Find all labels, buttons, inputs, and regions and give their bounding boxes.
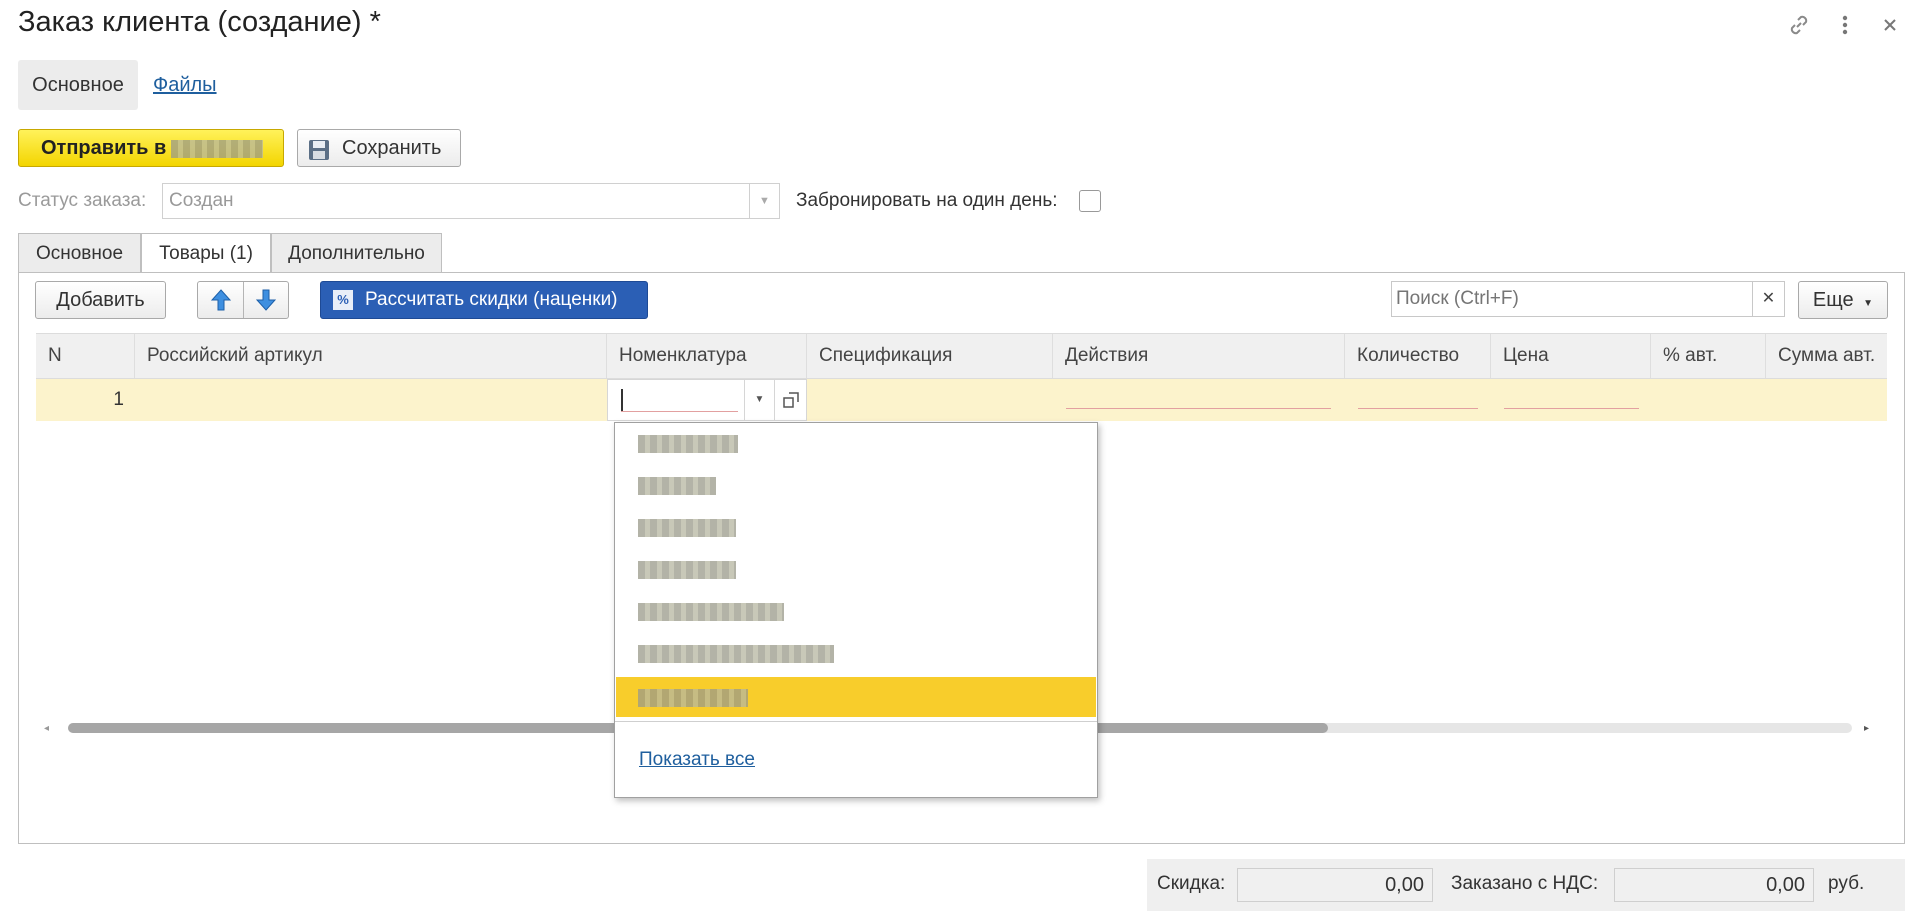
more-button-label: Еще — [1812, 289, 1854, 311]
tab-additional[interactable]: Дополнительно — [271, 233, 442, 273]
redacted-text — [171, 140, 263, 158]
status-label: Статус заказа: — [18, 190, 147, 211]
arrow-up-icon — [211, 289, 231, 311]
save-button-label: Сохранить — [342, 137, 442, 159]
required-underline — [1358, 408, 1478, 409]
floppy-disk-icon — [308, 137, 330, 160]
row-number: 1 — [113, 389, 124, 410]
close-icon[interactable] — [1877, 12, 1903, 38]
chevron-down-icon[interactable]: ▼ — [749, 184, 779, 218]
dropdown-item[interactable] — [616, 633, 1096, 673]
currency-label: руб. — [1828, 873, 1865, 894]
redacted-text — [638, 519, 736, 537]
column-header-auto-sum[interactable]: Сумма авт. — [1766, 334, 1887, 378]
move-buttons — [197, 281, 289, 319]
calc-discounts-button[interactable]: % Рассчитать скидки (наценки) — [320, 281, 648, 319]
move-up-button[interactable] — [198, 282, 244, 318]
dropdown-item[interactable] — [616, 591, 1096, 631]
table-row[interactable] — [36, 379, 1887, 421]
ordered-vat-label: Заказано с НДС: — [1451, 873, 1599, 894]
move-down-button[interactable] — [244, 282, 289, 318]
nav-files-link[interactable]: Файлы — [153, 74, 217, 97]
tab-main[interactable]: Основное — [18, 233, 141, 273]
arrow-down-icon — [256, 289, 276, 311]
redacted-text — [638, 645, 834, 663]
discount-label: Скидка: — [1157, 873, 1226, 894]
required-underline — [1504, 408, 1639, 409]
link-icon[interactable] — [1786, 12, 1812, 38]
scroll-left-icon[interactable]: ◂ — [44, 723, 56, 735]
column-header-quantity[interactable]: Количество — [1345, 334, 1491, 378]
dropdown-item[interactable] — [616, 423, 1096, 463]
column-header-article[interactable]: Российский артикул — [135, 334, 607, 378]
status-select[interactable]: Создан ▼ — [162, 183, 780, 219]
percent-icon: % — [333, 290, 353, 310]
scroll-right-icon[interactable]: ▸ — [1864, 723, 1876, 735]
chevron-down-icon: ▼ — [1863, 298, 1874, 309]
dropdown-divider — [615, 721, 1097, 722]
redacted-text — [638, 435, 738, 453]
column-header-auto-percent[interactable]: % авт. — [1651, 334, 1766, 378]
nomenclature-dropdown: Показать все — [614, 422, 1098, 798]
nomenclature-input[interactable]: ▼ — [607, 379, 807, 421]
status-value: Создан — [169, 190, 234, 211]
redacted-text — [638, 603, 784, 621]
required-underline — [1066, 408, 1331, 409]
column-header-actions[interactable]: Действия — [1053, 334, 1345, 378]
dropdown-item[interactable] — [616, 549, 1096, 589]
discount-value: 0,00 — [1237, 868, 1433, 902]
nav-main[interactable]: Основное — [18, 60, 138, 110]
tab-goods[interactable]: Товары (1) — [141, 233, 271, 275]
ordered-vat-value: 0,00 — [1614, 868, 1814, 902]
send-button-label: Отправить в — [41, 137, 167, 159]
save-button[interactable]: Сохранить — [297, 129, 461, 167]
column-header-price[interactable]: Цена — [1491, 334, 1651, 378]
page-title: Заказ клиента (создание) * — [18, 6, 381, 38]
dropdown-item[interactable] — [616, 465, 1096, 505]
text-cursor — [621, 389, 623, 411]
clear-search-icon[interactable]: ✕ — [1753, 281, 1785, 317]
required-underline — [621, 411, 738, 412]
dropdown-item-selected[interactable] — [616, 677, 1096, 717]
open-form-icon[interactable] — [774, 380, 806, 420]
redacted-text — [638, 561, 736, 579]
search-input[interactable] — [1391, 281, 1753, 317]
calc-discounts-label: Рассчитать скидки (наценки) — [365, 289, 618, 310]
redacted-text — [638, 689, 748, 707]
dropdown-item[interactable] — [616, 507, 1096, 547]
show-all-link[interactable]: Показать все — [639, 749, 755, 771]
column-header-n[interactable]: N — [36, 334, 135, 378]
reserve-checkbox[interactable] — [1079, 190, 1101, 212]
add-button[interactable]: Добавить — [35, 281, 166, 319]
column-header-specification[interactable]: Спецификация — [807, 334, 1053, 378]
chevron-down-icon[interactable]: ▼ — [744, 380, 774, 420]
column-header-nomenclature[interactable]: Номенклатура — [607, 334, 807, 378]
more-button[interactable]: Еще ▼ — [1798, 281, 1888, 319]
redacted-text — [638, 477, 716, 495]
send-button[interactable]: Отправить в — [18, 129, 284, 167]
reserve-label: Забронировать на один день: — [796, 190, 1058, 211]
more-vertical-icon[interactable] — [1832, 12, 1858, 38]
